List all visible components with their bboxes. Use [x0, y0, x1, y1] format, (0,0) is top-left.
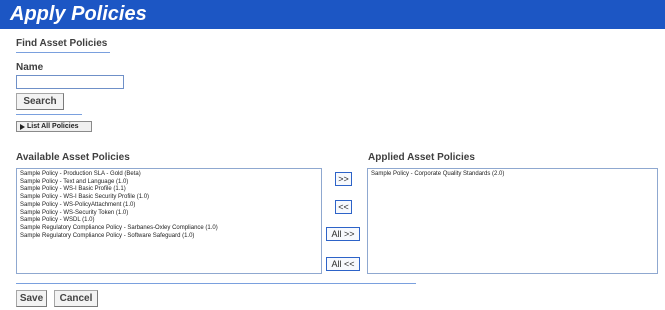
list-item[interactable]: Sample Policy - WS-Security Token (1.0): [20, 210, 318, 218]
find-section-heading: Find Asset Policies: [16, 38, 108, 49]
list-item[interactable]: Sample Policy - WSDL (1.0): [20, 217, 318, 225]
play-triangle-icon: [20, 123, 25, 130]
available-policies-list[interactable]: Sample Policy - Production SLA - Gold (B…: [16, 168, 322, 274]
search-underline: [16, 114, 82, 115]
add-selected-button[interactable]: >>: [335, 172, 352, 186]
name-input[interactable]: [16, 75, 124, 89]
remove-selected-button[interactable]: <<: [335, 200, 352, 214]
cancel-button[interactable]: Cancel: [54, 290, 98, 307]
name-label: Name: [16, 62, 44, 73]
save-button[interactable]: Save: [16, 290, 47, 307]
list-item[interactable]: Sample Policy - Text and Language (1.0): [20, 179, 318, 187]
applied-policies-heading: Applied Asset Policies: [368, 152, 475, 163]
footer-divider: [16, 283, 416, 284]
list-all-policies-button[interactable]: List All Policies: [16, 121, 92, 132]
add-all-button[interactable]: All >>: [326, 227, 360, 241]
remove-all-button[interactable]: All <<: [326, 257, 360, 271]
find-heading-underline: [16, 52, 110, 53]
list-item[interactable]: Sample Policy - WS-I Basic Security Prof…: [20, 194, 318, 202]
list-item[interactable]: Sample Policy - WS-I Basic Profile (1.1): [20, 186, 318, 194]
list-item[interactable]: Sample Policy - WS-PolicyAttachment (1.0…: [20, 202, 318, 210]
list-all-policies-label: List All Policies: [27, 123, 79, 130]
applied-policies-list[interactable]: Sample Policy - Corporate Quality Standa…: [367, 168, 658, 274]
list-item[interactable]: Sample Policy - Production SLA - Gold (B…: [20, 171, 318, 179]
available-policies-heading: Available Asset Policies: [16, 152, 130, 163]
title-bar: Apply Policies: [0, 0, 665, 29]
list-item[interactable]: Sample Regulatory Compliance Policy - So…: [20, 233, 318, 241]
list-item[interactable]: Sample Policy - Corporate Quality Standa…: [371, 171, 654, 179]
list-item[interactable]: Sample Regulatory Compliance Policy - Sa…: [20, 225, 318, 233]
search-button[interactable]: Search: [16, 93, 64, 110]
page-title: Apply Policies: [10, 3, 147, 25]
